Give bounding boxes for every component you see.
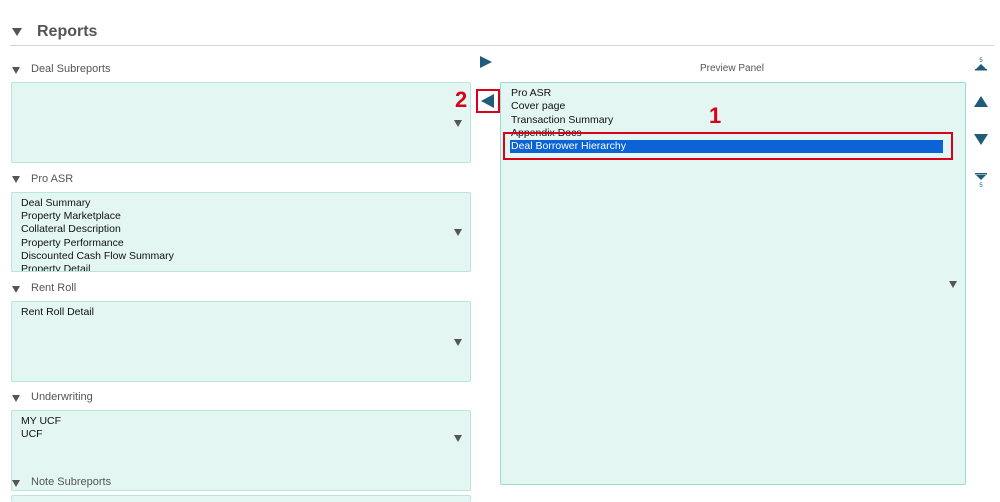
underwriting-items: MY UCF UCF [21,415,61,441]
rent-roll-items: Rent Roll Detail [21,306,94,319]
deal-subreports-list[interactable] [11,82,471,163]
move-up-icon[interactable] [974,96,988,107]
add-to-preview-arrow-icon[interactable] [480,56,492,68]
section-label-deal-subreports: Deal Subreports [31,63,111,75]
preview-list-item[interactable]: Transaction Summary [510,114,943,127]
list-item[interactable]: Rent Roll Detail [21,306,94,319]
selected-item-highlight [503,132,953,160]
move-to-top-glyph: 5 [979,58,983,64]
dropdown-chevron-icon[interactable] [454,120,462,127]
section-label-underwriting: Underwriting [31,391,93,403]
preview-list-item[interactable]: Pro ASR [510,87,943,100]
list-item[interactable]: Property Performance [21,237,174,250]
move-to-top-icon[interactable]: 5 [974,56,988,72]
rent-roll-list[interactable]: Rent Roll Detail [11,301,471,382]
section-label-pro-asr: Pro ASR [31,173,74,185]
collapse-pro-asr-icon[interactable] [12,176,20,183]
dropdown-chevron-icon[interactable] [454,229,462,236]
list-item[interactable]: Discounted Cash Flow Summary [21,250,174,263]
list-item[interactable]: Property Detail [21,263,174,271]
note-subreports-list[interactable] [11,495,471,502]
preview-list-item[interactable]: Cover page [510,100,943,113]
dropdown-chevron-icon[interactable] [454,435,462,442]
dropdown-chevron-icon[interactable] [454,339,462,346]
preview-panel-title: Preview Panel [700,63,764,74]
header-divider [10,45,994,46]
page-title: Reports [37,23,98,40]
dropdown-chevron-icon[interactable] [949,281,957,288]
callout-number-1: 1 [709,103,722,128]
move-to-bottom-glyph: 5 [979,183,983,188]
list-item[interactable]: Collateral Description [21,223,174,236]
collapse-underwriting-icon[interactable] [12,395,20,402]
remove-from-preview-arrow-icon[interactable] [481,94,494,108]
list-item[interactable]: UCF [21,428,61,441]
list-item[interactable]: MY UCF [21,415,61,428]
move-to-bottom-icon[interactable]: 5 [974,172,988,189]
pro-asr-list[interactable]: Deal Summary Property Marketplace Collat… [11,192,471,272]
collapse-deal-subreports-icon[interactable] [12,67,20,74]
list-item[interactable]: Deal Summary [21,197,174,210]
section-label-rent-roll: Rent Roll [31,282,77,294]
section-label-note-subreports: Note Subreports [31,476,112,488]
collapse-rent-roll-icon[interactable] [12,286,20,293]
collapse-reports-icon[interactable] [12,28,22,36]
collapse-note-subreports-icon[interactable] [12,480,20,487]
callout-number-2: 2 [455,87,468,112]
move-down-icon[interactable] [974,134,988,145]
list-item[interactable]: Property Marketplace [21,210,174,223]
pro-asr-items: Deal Summary Property Marketplace Collat… [21,197,174,271]
